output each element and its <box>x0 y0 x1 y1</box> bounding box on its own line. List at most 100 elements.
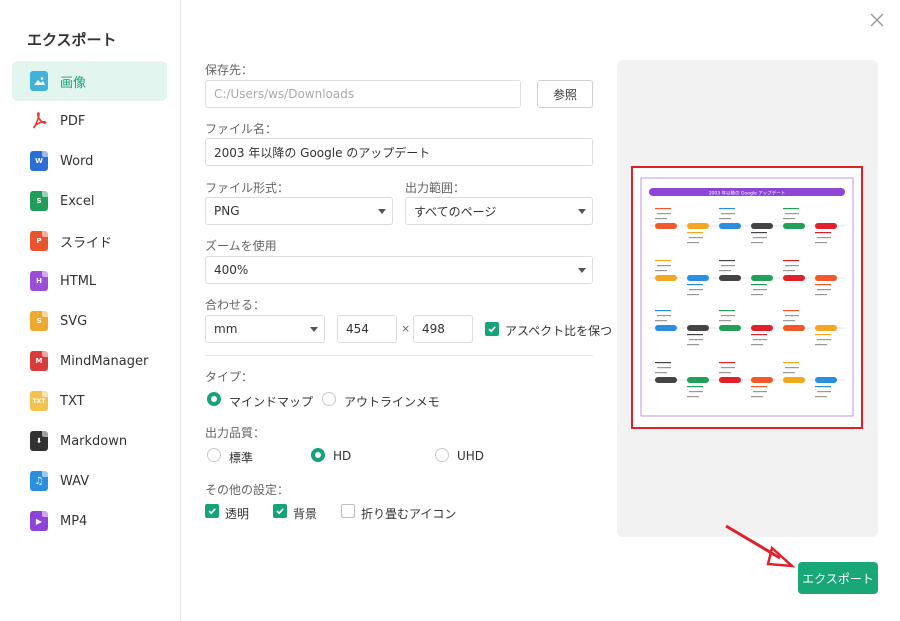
thumbnail-text-line <box>817 339 831 341</box>
thumbnail-text-line <box>753 391 767 393</box>
nav-item-label: スライド <box>60 235 113 251</box>
transparent-checkbox[interactable] <box>205 504 219 518</box>
thumbnail-text-line <box>719 270 731 272</box>
nav-item-label: HTML <box>60 273 97 289</box>
thumbnail-text-line <box>655 260 671 262</box>
thumbnail-text-line <box>783 208 799 210</box>
divider <box>205 355 593 356</box>
thumbnail-text-line <box>719 208 735 210</box>
thumbnail-text-line <box>719 218 731 220</box>
quality-standard-radio[interactable] <box>207 448 221 462</box>
thumbnail-text-line <box>815 242 827 244</box>
save-path-field[interactable]: C:/Users/ws/Downloads <box>205 80 521 108</box>
nav-item-txt[interactable]: TXT TXT <box>12 381 167 421</box>
thumbnail-node <box>783 325 805 331</box>
aspect-checkbox[interactable] <box>485 322 499 336</box>
height-input[interactable]: 498 <box>413 315 473 343</box>
filename-field[interactable]: 2003 年以降の Google のアップデート <box>205 138 593 166</box>
txt-icon: TXT <box>30 391 48 411</box>
thumbnail-text-line <box>689 339 703 341</box>
thumbnail-text-line <box>687 242 699 244</box>
thumbnail-text-line <box>783 320 795 322</box>
nav-item-slide[interactable]: P スライド <box>12 221 167 261</box>
thumbnail-text-line <box>817 237 831 239</box>
thumbnail-text-line <box>689 289 703 291</box>
save-location-label: 保存先： <box>205 63 254 77</box>
collapse-icon-checkbox[interactable] <box>341 504 355 518</box>
sidebar: エクスポート 画像 PDF W Word S Excel P スライド H HT… <box>0 0 181 621</box>
thumbnail-text-line <box>655 372 667 374</box>
browse-button[interactable]: 参照 <box>537 80 593 108</box>
thumbnail-text-line <box>721 213 735 215</box>
unit-select[interactable]: mm <box>205 315 325 343</box>
nav-item-excel[interactable]: S Excel <box>12 181 167 221</box>
nav-item-label: MindManager <box>60 353 149 369</box>
format-select[interactable]: PNG <box>205 197 393 225</box>
quality-hd-radio[interactable] <box>311 448 325 462</box>
quality-uhd-label: UHD <box>457 449 485 463</box>
thumbnail-node <box>783 377 805 383</box>
thumbnail-node <box>719 275 741 281</box>
thumbnail-text-line <box>721 315 735 317</box>
nav-item-word[interactable]: W Word <box>12 141 167 181</box>
nav-item-label: MP4 <box>60 513 88 529</box>
thumbnail-text-line <box>753 289 767 291</box>
thumbnail-text-line <box>815 232 831 234</box>
nav-item-html[interactable]: H HTML <box>12 261 167 301</box>
thumbnail-node <box>815 377 837 383</box>
thumbnail-node <box>751 223 773 229</box>
nav-item-svg[interactable]: S SVG <box>12 301 167 341</box>
thumbnail-text-line <box>657 367 671 369</box>
chevron-down-icon <box>378 209 386 214</box>
times-sign: × <box>401 322 411 335</box>
zoom-select[interactable]: 400% <box>205 256 593 284</box>
range-select[interactable]: すべてのページ <box>405 197 593 225</box>
aspect-label: アスペクト比を保つ <box>505 324 613 338</box>
nav-item-markdown[interactable]: ⬇ Markdown <box>12 421 167 461</box>
background-label: 背景 <box>293 507 318 521</box>
thumbnail-text-line <box>785 265 799 267</box>
pdf-icon <box>30 111 48 131</box>
thumbnail-text-line <box>657 315 671 317</box>
thumbnail-text-line <box>817 289 831 291</box>
check-icon <box>488 326 496 333</box>
nav-item-pdf[interactable]: PDF <box>12 101 167 141</box>
thumbnail-text-line <box>783 218 795 220</box>
background-checkbox[interactable] <box>273 504 287 518</box>
check-icon <box>208 508 216 515</box>
unit-value: mm <box>214 322 238 336</box>
thumbnail-text-line <box>785 213 799 215</box>
sidebar-title: エクスポート <box>27 31 117 49</box>
thumbnail-text-line <box>817 391 831 393</box>
arrow-icon <box>725 524 796 568</box>
type-mindmap-radio[interactable] <box>207 392 221 406</box>
width-input[interactable]: 454 <box>337 315 397 343</box>
nav-item-label: 画像 <box>60 75 87 91</box>
nav-item-label: TXT <box>60 393 85 409</box>
close-button[interactable] <box>868 11 886 29</box>
thumbnail-text-line <box>815 396 827 398</box>
thumbnail-text-line <box>751 284 767 286</box>
quality-label: 出力品質： <box>205 426 266 440</box>
export-button[interactable]: エクスポート <box>798 562 878 594</box>
nav-item-mp4[interactable]: ▶ MP4 <box>12 501 167 541</box>
nav-item-image[interactable]: 画像 <box>12 61 167 101</box>
html-icon: H <box>30 271 48 291</box>
nav-item-mindmanager[interactable]: M MindManager <box>12 341 167 381</box>
thumbnail-text-line <box>719 260 735 262</box>
thumbnail-node <box>751 325 773 331</box>
word-icon: W <box>30 151 48 171</box>
type-outline-radio[interactable] <box>322 392 336 406</box>
thumbnail-text-line <box>721 265 735 267</box>
thumbnail-node <box>815 325 837 331</box>
quality-uhd-radio[interactable] <box>435 448 449 462</box>
svg-icon: S <box>30 311 48 331</box>
nav-item-wav[interactable]: ♫ WAV <box>12 461 167 501</box>
thumbnail-node <box>719 223 741 229</box>
thumbnail-text-line <box>783 270 795 272</box>
thumbnail-node <box>783 275 805 281</box>
thumbnail-text-line <box>719 320 731 322</box>
mindmap-thumbnail: 2003 年以降の Google アップデート <box>640 177 854 417</box>
thumbnail-text-line <box>687 294 699 296</box>
thumbnail-text-line <box>753 339 767 341</box>
